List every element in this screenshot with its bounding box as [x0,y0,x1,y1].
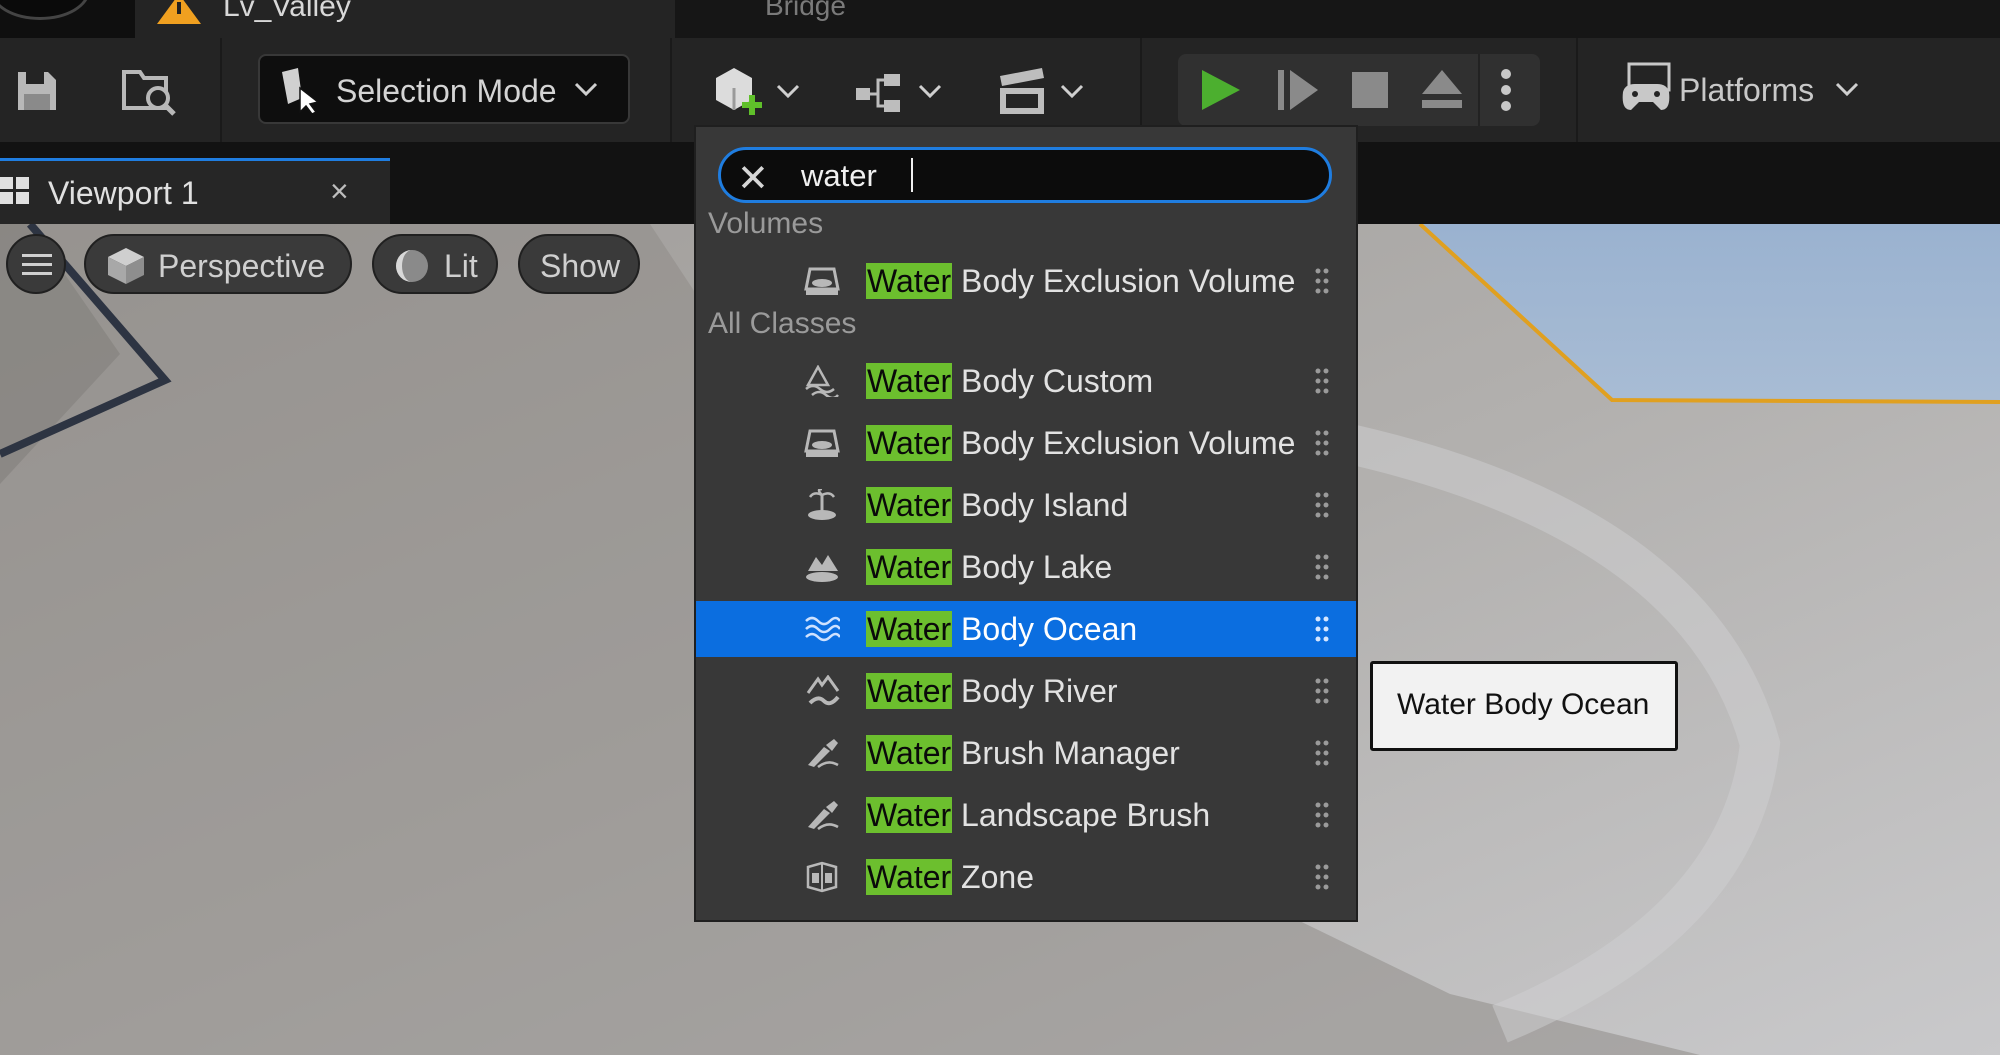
item-label: Water Body Exclusion Volume [866,263,1296,299]
lake-icon [806,555,838,582]
platforms-label: Platforms [1679,72,1815,108]
level-tab-label: Lv_Valley [223,0,351,23]
perspective-cube-icon [108,248,144,284]
perspective-label: Perspective [158,248,326,284]
play-group-separator [1478,54,1480,126]
more-options-icon[interactable] [1498,68,1514,112]
list-item-volume[interactable]: Water Body Exclusion Volume [696,253,1356,309]
list-item-water-body-lake[interactable]: Water Body Lake [696,539,1356,595]
toolbar-separator [220,38,222,142]
drag-handle-icon[interactable] [1314,267,1330,295]
level-tab-strip: Lv_Valley Bridge [0,0,2000,38]
ocean-waves-icon [805,616,840,642]
perspective-button[interactable]: Perspective [84,234,352,294]
item-label: Water Body Exclusion Volume [866,425,1296,461]
bridge-tab[interactable]: Bridge [675,0,2000,38]
water-custom-icon [805,365,839,397]
section-header-all-classes: All Classes [708,307,857,340]
list-item-water-body-island[interactable]: Water Body Island [696,477,1356,533]
show-label: Show [540,248,621,284]
lit-view-mode-button[interactable]: Lit [372,234,498,294]
platforms-dropdown[interactable]: Platforms [1617,62,1867,118]
search-input[interactable] [801,158,1301,194]
chevron-down-icon [574,82,598,97]
search-field[interactable]: ✕ [718,147,1332,203]
drag-handle-icon[interactable] [1314,615,1330,643]
item-label: Water Body Island [866,487,1129,523]
chevron-down-icon [1060,84,1084,99]
drag-handle-icon[interactable] [1314,863,1330,891]
chevron-down-icon [918,84,942,99]
item-label: Water Body Custom [866,363,1154,399]
list-item-water-landscape-brush[interactable]: Water Landscape Brush [696,787,1356,843]
blueprint-graph-icon [856,74,900,112]
text-caret [911,158,913,192]
item-tooltip: Water Body Ocean [1370,661,1678,751]
list-item-water-body-river[interactable]: Water Body River [696,663,1356,719]
viewport-grid-icon [0,177,29,204]
place-actors-menu: ✕ Volumes Water Body Exclusion Volume Al… [694,125,1358,922]
cursor-select-icon [282,68,320,114]
section-header-volumes: Volumes [708,207,824,240]
chevron-down-icon [776,84,800,99]
clear-search-icon[interactable]: ✕ [737,156,769,201]
item-label: Water Body Lake [866,549,1113,585]
brush-icon [808,739,839,769]
drag-handle-icon[interactable] [1314,367,1330,395]
drag-handle-icon[interactable] [1314,739,1330,767]
content-browser-icon[interactable] [122,64,178,118]
item-label: Water Body Ocean [866,611,1138,647]
lit-label: Lit [444,248,478,284]
warning-icon [157,0,201,24]
toolbar-separator [670,38,672,142]
show-flags-button[interactable]: Show [518,234,640,294]
hamburger-menu-icon [22,254,52,275]
selection-mode-dropdown[interactable]: Selection Mode [258,54,630,124]
list-item-water-zone[interactable]: Water Zone [696,849,1356,905]
play-controls [1178,54,1540,126]
zone-icon [806,861,838,893]
blueprints-button[interactable] [852,66,952,122]
tooltip-text: Water Body Ocean [1397,688,1650,721]
item-label: Water Zone [866,859,1034,895]
volume-icon [804,429,840,457]
play-icon[interactable] [1200,68,1242,112]
viewport-options-button[interactable] [6,234,66,294]
drag-handle-icon[interactable] [1314,553,1330,581]
list-item-water-body-ocean[interactable]: Water Body Ocean [696,601,1356,657]
lit-sphere-icon [396,250,428,282]
list-item-water-body-exclusion-volume[interactable]: Water Body Exclusion Volume [696,415,1356,471]
river-icon [806,675,840,706]
item-label: Water Landscape Brush [866,797,1211,833]
volume-icon [804,267,840,295]
item-label: Water Brush Manager [866,735,1180,771]
toolbar-separator [1576,38,1578,142]
add-actor-cube-icon [716,68,762,115]
item-label: Water Body River [866,673,1118,709]
island-icon [808,489,836,520]
close-icon[interactable]: × [330,173,349,210]
drag-handle-icon[interactable] [1314,491,1330,519]
chevron-down-icon [1835,82,1859,97]
drag-handle-icon[interactable] [1314,801,1330,829]
unreal-logo-icon[interactable] [0,0,90,20]
list-item-water-body-custom[interactable]: Water Body Custom [696,353,1356,409]
brush-icon [808,801,839,831]
cinematics-button[interactable] [994,62,1094,122]
platforms-gamepad-icon [1622,62,1671,110]
list-item-water-brush-manager[interactable]: Water Brush Manager [696,725,1356,781]
place-actors-button[interactable] [708,62,808,122]
level-tab[interactable]: Lv_Valley [135,0,675,38]
selection-mode-label: Selection Mode [336,73,557,109]
drag-handle-icon[interactable] [1314,429,1330,457]
clapperboard-icon [1000,68,1044,114]
viewport-1-tab[interactable]: Viewport 1 × [0,158,390,224]
drag-handle-icon[interactable] [1314,677,1330,705]
step-frame-icon[interactable] [1276,68,1320,112]
save-icon[interactable] [14,68,60,114]
stop-icon[interactable] [1350,70,1390,110]
viewport-tab-label: Viewport 1 [48,175,199,211]
bridge-tab-label: Bridge [765,0,846,21]
eject-icon[interactable] [1420,68,1464,110]
